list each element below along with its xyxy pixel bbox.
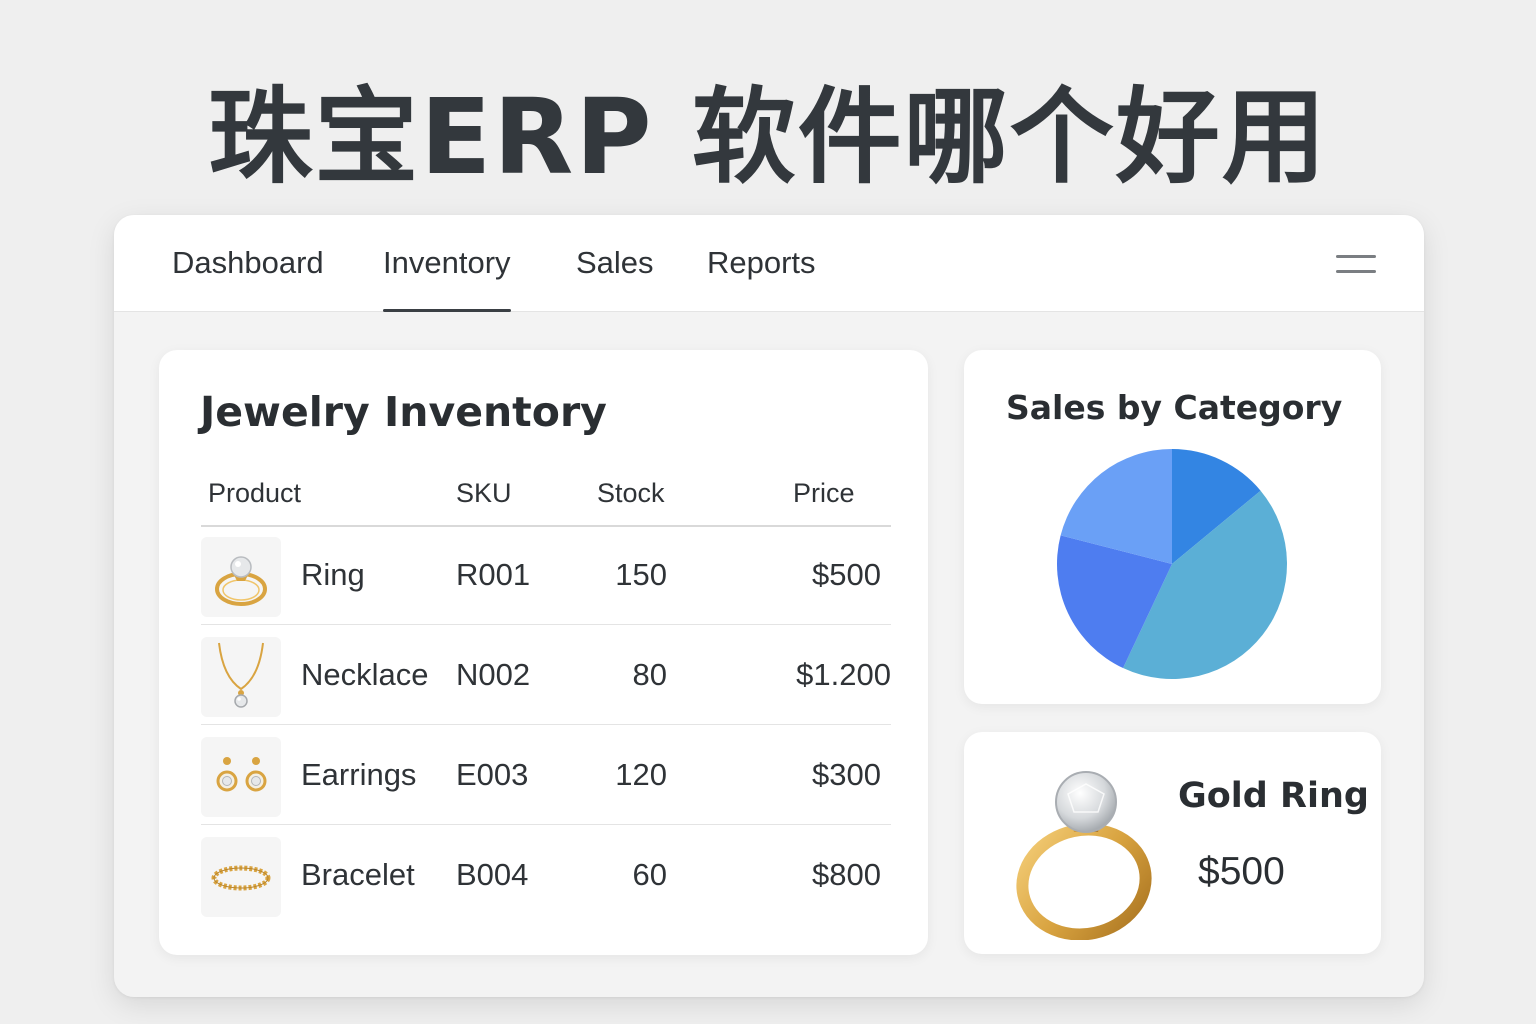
pie-chart [1057, 449, 1287, 679]
page-headline: 珠宝ERP 软件哪个好用 [208, 76, 1328, 198]
inventory-card: Jewelry Inventory Product SKU Stock Pric… [159, 350, 928, 955]
hamburger-menu-icon[interactable] [1336, 253, 1378, 277]
column-header-product[interactable]: Product [208, 478, 301, 509]
tab-dashboard[interactable]: Dashboard [172, 245, 324, 312]
tab-inventory[interactable]: Inventory [383, 245, 511, 312]
row-divider [201, 724, 891, 725]
product-sku: R001 [456, 557, 531, 592]
product-sku: E003 [456, 757, 529, 792]
product-stock: 60 [632, 857, 667, 892]
necklace-icon [201, 637, 281, 717]
product-stock: 150 [615, 557, 667, 592]
gold-ring-icon [1016, 771, 1152, 940]
product-name: Bracelet [301, 857, 415, 892]
product-name: Ring [301, 557, 365, 592]
product-price: $1.200 [796, 657, 891, 692]
product-stock: 120 [615, 757, 667, 792]
product-sku: N002 [456, 657, 531, 692]
chart-title: Sales by Category [1006, 388, 1343, 427]
table-row[interactable]: Bracelet B004 60 $800 [201, 827, 891, 925]
tab-sales[interactable]: Sales [576, 245, 654, 312]
product-price: $500 [812, 557, 881, 592]
product-name: Necklace [301, 657, 429, 692]
inventory-title: Jewelry Inventory [200, 388, 607, 436]
featured-product-name: Gold Ring [1178, 776, 1369, 816]
product-price: $300 [812, 757, 881, 792]
row-divider [201, 624, 891, 625]
table-row[interactable]: Ring R001 150 $500 [201, 527, 891, 625]
tab-reports[interactable]: Reports [707, 245, 816, 312]
earrings-icon [201, 737, 281, 817]
sales-chart-card: Sales by Category [964, 350, 1381, 704]
top-navigation: Dashboard Inventory Sales Reports [114, 215, 1424, 312]
product-name: Earrings [301, 757, 417, 792]
erp-window: Dashboard Inventory Sales Reports Jewelr… [114, 215, 1424, 997]
product-price: $800 [812, 857, 881, 892]
row-divider [201, 824, 891, 825]
bracelet-icon [201, 837, 281, 917]
table-row[interactable]: Necklace N002 80 $1.200 [201, 627, 891, 725]
product-stock: 80 [632, 657, 667, 692]
featured-product-card[interactable]: Gold Ring $500 [964, 732, 1381, 954]
column-header-stock[interactable]: Stock [597, 478, 665, 509]
table-row[interactable]: Earrings E003 120 $300 [201, 727, 891, 825]
product-sku: B004 [456, 857, 529, 892]
ring-icon [201, 537, 281, 617]
featured-product-price: $500 [1198, 850, 1285, 893]
column-header-sku[interactable]: SKU [456, 478, 512, 509]
column-header-price[interactable]: Price [793, 478, 855, 509]
